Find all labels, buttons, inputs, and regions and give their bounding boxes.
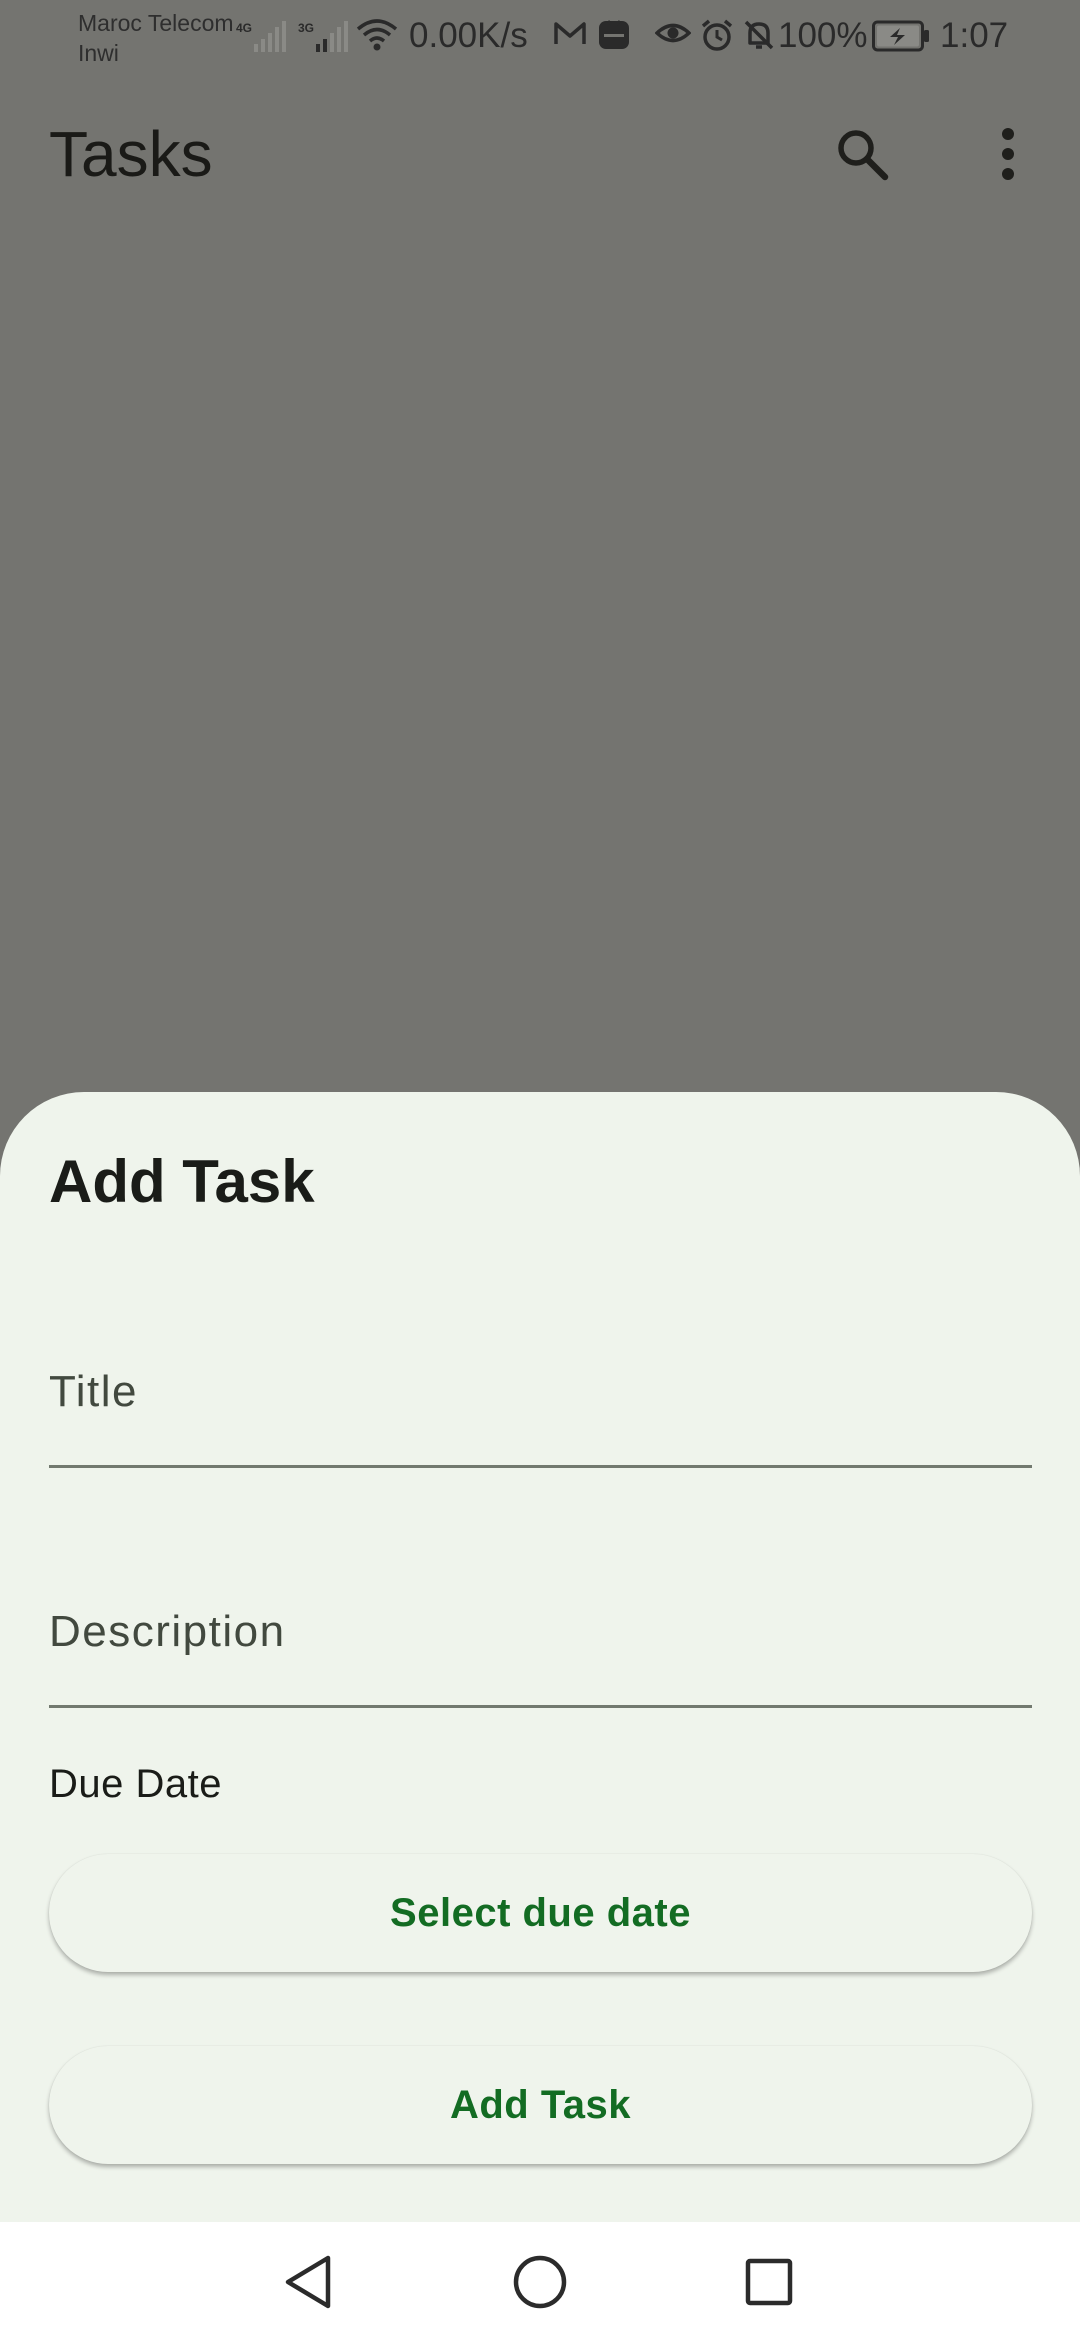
wifi-icon <box>356 19 398 51</box>
description-field[interactable] <box>49 1578 1032 1708</box>
title-input[interactable] <box>49 1367 1032 1417</box>
navigation-bar <box>0 2222 1080 2340</box>
battery-charging-icon <box>872 20 929 52</box>
due-date-label: Due Date <box>49 1762 222 1806</box>
gmail-icon <box>554 22 586 44</box>
more-vert-icon <box>1002 128 1014 180</box>
clock: 1:07 <box>940 16 1009 55</box>
recents-icon <box>745 2258 793 2306</box>
status-bar: Maroc Telecom Inwi 4G 3G 0.00K/s 100% 1:… <box>0 0 1080 72</box>
data-speed: 0.00K/s <box>409 16 528 55</box>
select-due-date-button[interactable]: Select due date <box>49 1854 1032 1972</box>
search-button[interactable] <box>820 112 904 196</box>
network-type-1: 4G <box>236 21 252 35</box>
eye-comfort-icon <box>655 23 691 43</box>
battery-percent: 100% <box>778 16 868 55</box>
app-bar: Tasks <box>0 100 1080 210</box>
back-icon <box>285 2255 331 2309</box>
carrier-1: Maroc Telecom <box>78 10 234 36</box>
network-type-2: 3G <box>298 21 314 35</box>
search-icon <box>838 130 889 181</box>
signal-icon: 3G <box>298 21 348 52</box>
home-icon <box>513 2255 567 2309</box>
alarm-icon <box>701 19 733 51</box>
sheet-title: Add Task <box>49 1148 315 1215</box>
huawei-app-icon <box>599 20 629 49</box>
home-button[interactable] <box>500 2242 580 2322</box>
back-button[interactable] <box>268 2242 348 2322</box>
signal-icon: 4G <box>236 21 286 52</box>
title-field[interactable] <box>49 1338 1032 1468</box>
recents-button[interactable] <box>729 2242 809 2322</box>
carrier-2: Inwi <box>78 40 119 66</box>
carrier-names: Maroc Telecom Inwi <box>78 8 234 68</box>
add-task-sheet: Add Task Due Date Select due date Add Ta… <box>0 1092 1080 2222</box>
mute-icon <box>744 20 774 50</box>
description-input[interactable] <box>49 1607 1032 1657</box>
page-title: Tasks <box>49 118 213 190</box>
more-options-button[interactable] <box>966 112 1050 196</box>
screen-background: Maroc Telecom Inwi 4G 3G 0.00K/s 100% 1:… <box>0 0 1080 2222</box>
add-task-button[interactable]: Add Task <box>49 2046 1032 2164</box>
